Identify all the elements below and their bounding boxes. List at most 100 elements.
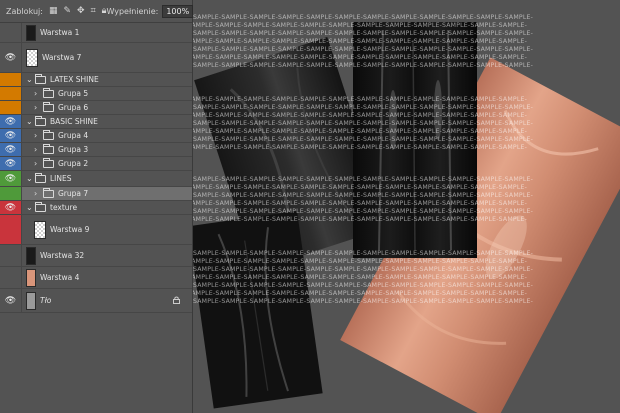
fill-label: Wypełnienie: [106,6,159,16]
visibility-toggle[interactable] [0,87,22,100]
watermark-text: SAMPLE-SAMPLE-SAMPLE-SAMPLE-SAMPLE-SAMPL… [193,298,534,305]
layer-row-lines[interactable]: 👁︎ ⌄ LINES [0,171,192,187]
layer-row-latex-shine[interactable]: ⌄ LATEX SHINE [0,73,192,87]
folder-icon [43,143,54,154]
folder-icon [35,172,46,183]
watermark-text: SAMPLE-SAMPLE-SAMPLE-SAMPLE-SAMPLE-SAMPL… [193,112,528,119]
folder-icon [43,87,54,98]
watermark-text: SAMPLE-SAMPLE-SAMPLE-SAMPLE-SAMPLE-SAMPL… [193,144,528,151]
layer-row-grupa-5[interactable]: › Grupa 5 [0,87,192,101]
visibility-toggle[interactable]: 👁︎ [0,143,22,156]
visibility-toggle[interactable]: 👁︎ [0,171,22,186]
layer-thumbnail [26,48,38,67]
visibility-toggle[interactable]: 👁︎ [0,129,22,142]
watermark-text: SAMPLE-SAMPLE-SAMPLE-SAMPLE-SAMPLE-SAMPL… [193,14,534,21]
visibility-toggle[interactable] [0,73,22,86]
layer-row-grupa-2[interactable]: 👁︎ › Grupa 2 [0,157,192,171]
watermark-text: SAMPLE-SAMPLE-SAMPLE-SAMPLE-SAMPLE-SAMPL… [193,282,534,289]
layer-row-warstwa-9[interactable]: Warstwa 9 [0,215,192,245]
visibility-toggle[interactable] [0,23,22,42]
watermark-text: SAMPLE-SAMPLE-SAMPLE-SAMPLE-SAMPLE-SAMPL… [193,38,528,45]
layer-row-warstwa-32[interactable]: Warstwa 32 [0,245,192,267]
eye-icon: 👁︎ [4,173,17,184]
chevron-down-icon[interactable]: ⌄ [26,174,33,184]
layer-name: Tło [40,295,52,305]
watermark-text: SAMPLE-SAMPLE-SAMPLE-SAMPLE-SAMPLE-SAMPL… [193,250,534,257]
watermark-text: SAMPLE-SAMPLE-SAMPLE-SAMPLE-SAMPLE-SAMPL… [193,184,528,191]
chevron-right-icon[interactable]: › [34,159,37,169]
layer-row-warstwa-4[interactable]: Warstwa 4 [0,267,192,289]
layer-name: Grupa 4 [58,130,89,140]
watermark-text: SAMPLE-SAMPLE-SAMPLE-SAMPLE-SAMPLE-SAMPL… [193,62,534,69]
watermark-text: SAMPLE-SAMPLE-SAMPLE-SAMPLE-SAMPLE-SAMPL… [193,216,528,223]
eye-icon: 👁︎ [4,158,17,169]
chevron-right-icon[interactable]: › [34,103,37,113]
layer-name: Grupa 7 [58,188,89,198]
layer-row-texture[interactable]: 👁︎ ⌄ texture [0,201,192,215]
layer-name: Grupa 2 [58,158,89,168]
watermark-text: SAMPLE-SAMPLE-SAMPLE-SAMPLE-SAMPLE-SAMPL… [193,22,528,29]
layer-thumbnail [26,24,36,41]
eye-icon: 👁︎ [4,52,17,63]
layer-name: Warstwa 7 [42,52,82,62]
lock-label: Zablokuj: [6,6,43,16]
watermark-text: SAMPLE-SAMPLE-SAMPLE-SAMPLE-SAMPLE-SAMPL… [193,128,528,135]
watermark-text: SAMPLE-SAMPLE-SAMPLE-SAMPLE-SAMPLE-SAMPL… [193,266,534,273]
visibility-toggle[interactable] [0,267,22,288]
chevron-right-icon[interactable]: › [34,145,37,155]
layer-row-grupa-6[interactable]: › Grupa 6 [0,101,192,115]
visibility-toggle[interactable] [0,245,22,266]
layer-name: texture [50,202,78,212]
folder-icon [35,201,46,212]
layer-thumbnail [34,220,46,239]
layer-row-t-o[interactable]: 👁︎ Tło [0,289,192,313]
chevron-down-icon[interactable]: ⌄ [26,203,33,213]
visibility-toggle[interactable] [0,101,22,114]
layer-row-grupa-4[interactable]: 👁︎ › Grupa 4 [0,129,192,143]
layer-thumbnail [26,246,36,265]
watermark-text: SAMPLE-SAMPLE-SAMPLE-SAMPLE-SAMPLE-SAMPL… [193,290,528,297]
document-canvas[interactable]: SAMPLE-SAMPLE-SAMPLE-SAMPLE-SAMPLE-SAMPL… [193,0,620,413]
layer-row-basic-shine[interactable]: 👁︎ ⌄ BASIC SHINE [0,115,192,129]
fill-input[interactable]: 100% [162,4,194,18]
visibility-toggle[interactable] [0,187,22,200]
chevron-down-icon[interactable]: ⌄ [26,117,33,127]
layer-row-warstwa-7[interactable]: 👁︎ Warstwa 7 [0,43,192,73]
chevron-right-icon[interactable]: › [34,189,37,199]
transparency-lock-icon[interactable]: ▦ [49,6,58,16]
visibility-toggle[interactable] [0,215,22,244]
visibility-toggle[interactable]: 👁︎ [0,201,22,214]
layer-name: Grupa 5 [58,88,89,98]
chevron-down-icon[interactable]: ⌄ [26,75,33,85]
layer-name: Warstwa 4 [40,272,80,282]
visibility-toggle[interactable]: 👁︎ [0,157,22,170]
chevron-right-icon[interactable]: › [34,131,37,141]
layer-row-grupa-7[interactable]: › Grupa 7 [0,187,192,201]
brush-icon[interactable]: ✎ [63,6,71,16]
watermark-text: SAMPLE-SAMPLE-SAMPLE-SAMPLE-SAMPLE-SAMPL… [193,258,528,265]
visibility-toggle[interactable]: 👁︎ [0,289,22,312]
visibility-toggle[interactable]: 👁︎ [0,43,22,72]
layer-row-warstwa-1[interactable]: Warstwa 1 [0,23,192,43]
watermark-text: SAMPLE-SAMPLE-SAMPLE-SAMPLE-SAMPLE-SAMPL… [193,136,534,143]
artboard-icon[interactable]: ⌗ [91,6,96,16]
eye-icon: 👁︎ [4,295,17,306]
watermark-text: SAMPLE-SAMPLE-SAMPLE-SAMPLE-SAMPLE-SAMPL… [193,274,528,281]
layer-name: Warstwa 9 [50,224,90,234]
watermark-text: SAMPLE-SAMPLE-SAMPLE-SAMPLE-SAMPLE-SAMPL… [193,200,528,207]
layer-name: LINES [50,173,72,183]
watermark-text: SAMPLE-SAMPLE-SAMPLE-SAMPLE-SAMPLE-SAMPL… [193,96,528,103]
chevron-right-icon[interactable]: › [34,89,37,99]
folder-icon [43,157,54,168]
folder-icon [43,101,54,112]
visibility-toggle[interactable]: 👁︎ [0,115,22,128]
eye-icon: 👁︎ [4,130,17,141]
eye-icon: 👁︎ [4,144,17,155]
folder-icon [35,115,46,126]
folder-icon [43,187,54,198]
layer-row-grupa-3[interactable]: 👁︎ › Grupa 3 [0,143,192,157]
watermark-text: SAMPLE-SAMPLE-SAMPLE-SAMPLE-SAMPLE-SAMPL… [193,104,534,111]
move-icon[interactable]: ✥ [77,6,85,16]
layers-lock-toolbar: Zablokuj: ▦ ✎ ✥ ⌗ 🔒︎ Wypełnienie: 100% [0,0,194,23]
layer-name: LATEX SHINE [50,74,99,84]
